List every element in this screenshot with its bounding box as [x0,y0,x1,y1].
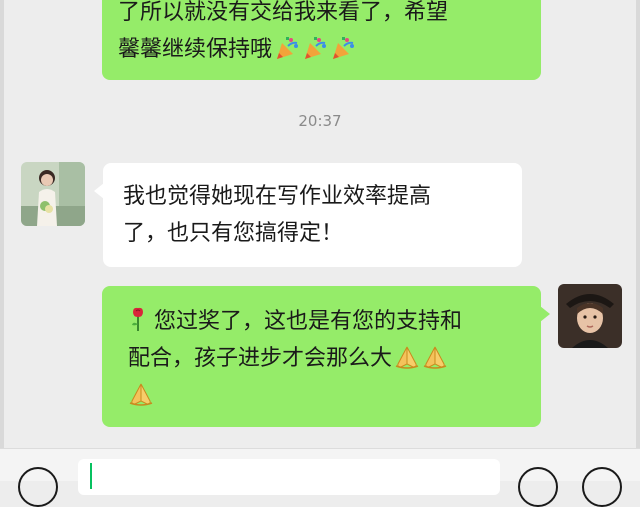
contact-avatar[interactable] [21,162,85,226]
chat-input-bar [0,448,640,507]
screen-edge-left [0,0,4,480]
message-bubble-incoming[interactable]: 我也觉得她现在写作业效率提高 了，也只有您搞得定！ [94,163,522,267]
party-popper-icon [333,37,355,59]
message-text-line [128,377,521,414]
party-popper-icon [305,37,327,59]
message-text-line: 我也觉得她现在写作业效率提高 [123,184,432,209]
message-text-line: 馨馨继续保持哦 [118,31,521,68]
contact-avatar-image [21,162,85,226]
text-cursor [90,463,92,489]
emoji-icon[interactable] [518,467,558,507]
folded-hands-icon [129,383,153,406]
folded-hands-icon [423,346,447,369]
user-avatar-image [558,284,622,348]
folded-hands-icon [395,346,419,369]
message-text-line: 了，也只有您搞得定！ [123,221,344,246]
party-popper-icon [277,37,299,59]
message-timestamp: 20:37 [298,112,342,130]
message-text-line: 您过奖了，这也是有您的支持和 [128,303,521,340]
message-text-line: 了所以就没有交给我来看了，希望 [118,0,449,25]
screen-edge-right [636,0,640,480]
message-bubble-outgoing[interactable]: 了所以就没有交给我来看了，希望 馨馨继续保持哦 [102,0,541,80]
message-text-line: 配合，孩子进步才会那么大 [128,340,521,377]
message-bubble-outgoing[interactable]: 您过奖了，这也是有您的支持和 配合，孩子进步才会那么大 [102,286,550,427]
user-avatar[interactable] [558,284,622,348]
message-input[interactable] [78,459,500,495]
plus-icon[interactable] [582,467,622,507]
message-text: 馨馨继续保持哦 [118,37,273,62]
message-text: 您过奖了，这也是有您的支持和 [154,309,463,334]
rose-icon [132,307,143,331]
voice-icon[interactable] [18,467,58,507]
message-text: 配合，孩子进步才会那么大 [128,346,393,371]
